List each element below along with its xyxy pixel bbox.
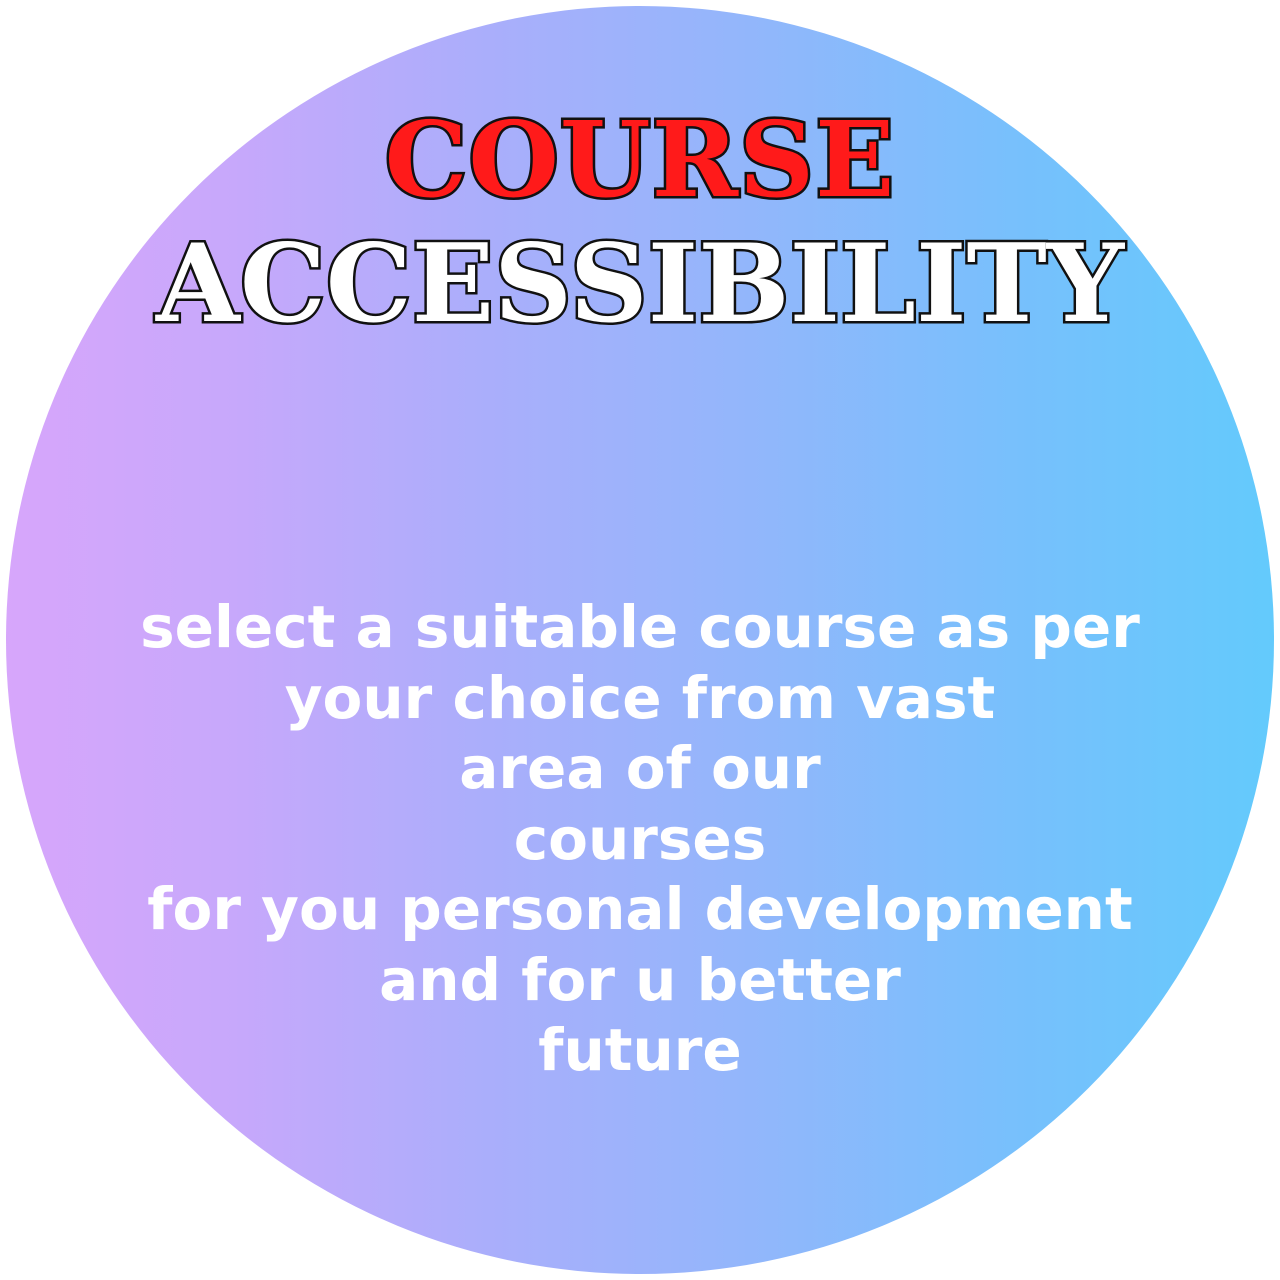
poster: COURSE ACCESSIBILITY select a suitable c… [0,0,1280,1280]
description-line: future [538,1016,742,1084]
title-accessibility: ACCESSIBILITY [154,221,1127,347]
description-line: courses [513,804,767,873]
description-text: select a suitable course as per your cho… [0,592,1280,1086]
description-line: your choice from vast [284,663,996,732]
title-course: COURSE [382,98,897,221]
description-line: for you personal development [147,875,1133,943]
description-line: area of our [459,734,821,802]
description-line: and for u better [379,945,901,1014]
description-line: select a suitable course as per [140,593,1140,661]
